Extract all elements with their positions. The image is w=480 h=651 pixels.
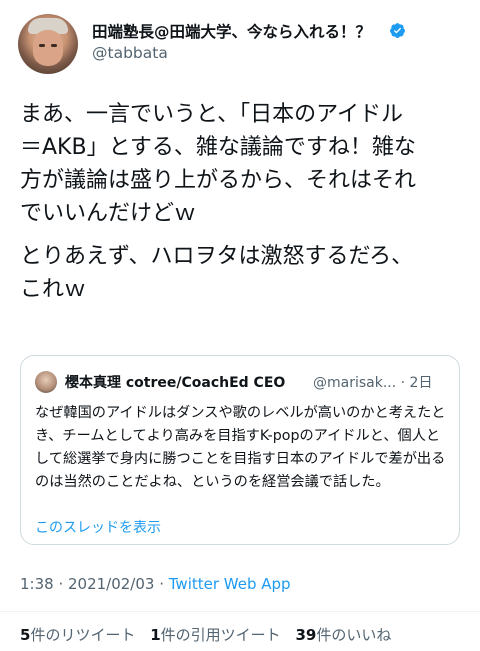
avatar-eye (51, 44, 57, 47)
tweet-paragraph: まあ、一言でいうと、「日本のアイドル ＝AKB」とする、雑な議論ですね！雑な 方… (20, 102, 417, 226)
retweets-stat[interactable]: 5件のリツイート (20, 626, 135, 644)
divider (0, 611, 480, 612)
quotes-label: 件の引用ツイート (160, 626, 281, 644)
quoted-author-handle: @marisak... · 2日 (313, 375, 433, 391)
author-avatar[interactable] (18, 14, 78, 74)
show-thread-link[interactable]: このスレッドを表示 (35, 517, 161, 537)
author-name[interactable]: 田端塾長@田端大学、今なら入れる！？ (92, 20, 371, 42)
quoted-author-avatar (35, 371, 57, 393)
quoted-author-name: 櫻本真理 cotree/CoachEd CEO (65, 375, 286, 391)
tweet-meta: 1:38 · 2021/02/03 · Twitter Web App (20, 575, 291, 593)
quotes-count: 1 (150, 626, 161, 644)
tweet-timestamp[interactable]: 1:38 · 2021/02/03 · (20, 575, 169, 593)
tweet-paragraph: とりあえず、ハロヲタは激怒するだろ、 これｗ (20, 244, 414, 302)
retweets-count: 5 (20, 626, 31, 644)
quotes-stat[interactable]: 1件の引用ツイート (150, 626, 280, 644)
likes-count: 39 (295, 626, 317, 644)
avatar-eye (39, 44, 45, 47)
quoted-tweet-text: なぜ韓国のアイドルはダンスや歌のレベルが高いのかと考えたとき、チームとしてより高… (35, 405, 446, 490)
tweet-stats: 5件のリツイート 1件の引用ツイート 39件のいいね (20, 624, 401, 645)
likes-stat[interactable]: 39件のいいね (295, 626, 391, 644)
retweets-label: 件のリツイート (30, 626, 136, 644)
avatar-face (33, 30, 63, 66)
verified-badge-icon (390, 23, 405, 38)
tweet-body: まあ、一言でいうと、「日本のアイドル ＝AKB」とする、雑な議論ですね！雑な 方… (20, 98, 468, 316)
author-handle[interactable]: @tabbata (92, 44, 168, 62)
quoted-tweet-card[interactable]: 櫻本真理 cotree/CoachEd CEO @marisak... · 2日… (20, 355, 460, 545)
tweet-source-app[interactable]: Twitter Web App (169, 575, 291, 593)
likes-label: 件のいいね (316, 626, 392, 644)
